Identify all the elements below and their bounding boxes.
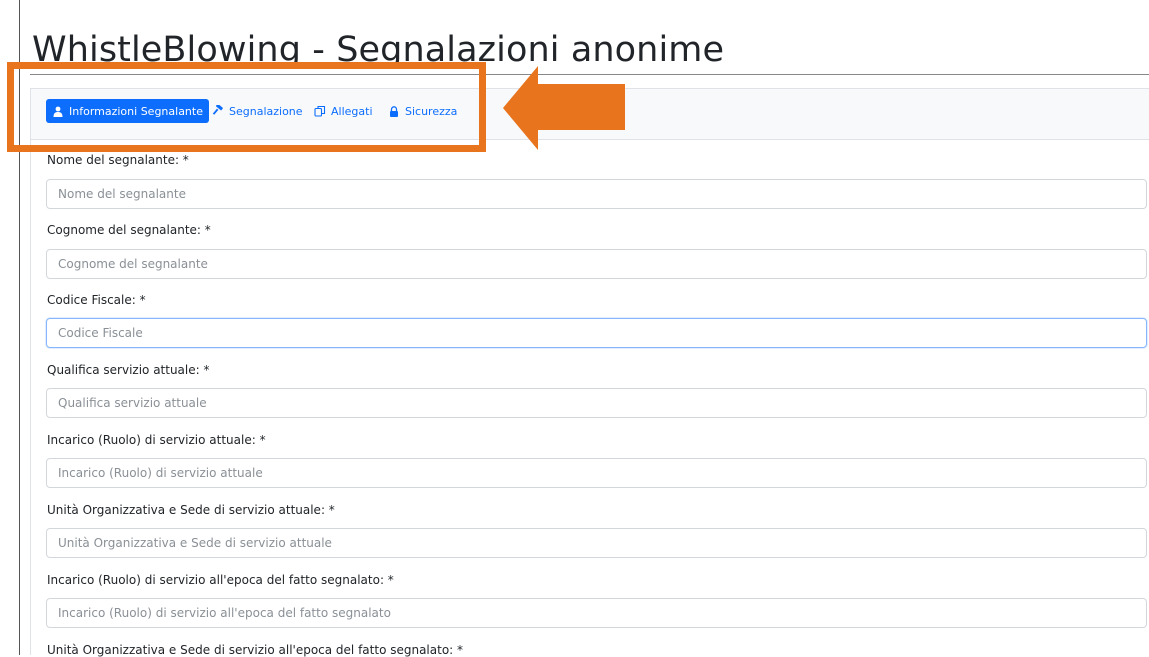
annotation-arrow-icon xyxy=(503,66,625,150)
field-label-qualifica: Qualifica servizio attuale: * xyxy=(47,363,210,377)
field-label-nome: Nome del segnalante: * xyxy=(47,153,189,167)
annotation-highlight-box xyxy=(7,62,486,152)
nome-segnalante-input[interactable] xyxy=(46,179,1147,209)
incarico-epoca-input[interactable] xyxy=(46,598,1147,628)
cognome-segnalante-input[interactable] xyxy=(46,249,1147,279)
field-label-incarico-attuale: Incarico (Ruolo) di servizio attuale: * xyxy=(47,433,266,447)
unita-sede-attuale-input[interactable] xyxy=(46,528,1147,558)
incarico-attuale-input[interactable] xyxy=(46,458,1147,488)
field-label-incarico-epoca: Incarico (Ruolo) di servizio all'epoca d… xyxy=(47,573,394,587)
qualifica-servizio-input[interactable] xyxy=(46,388,1147,418)
field-label-codice-fiscale: Codice Fiscale: * xyxy=(47,293,146,307)
codice-fiscale-input[interactable] xyxy=(46,318,1147,348)
field-label-cognome: Cognome del segnalante: * xyxy=(47,223,211,237)
field-label-unita-attuale: Unità Organizzativa e Sede di servizio a… xyxy=(47,503,335,517)
